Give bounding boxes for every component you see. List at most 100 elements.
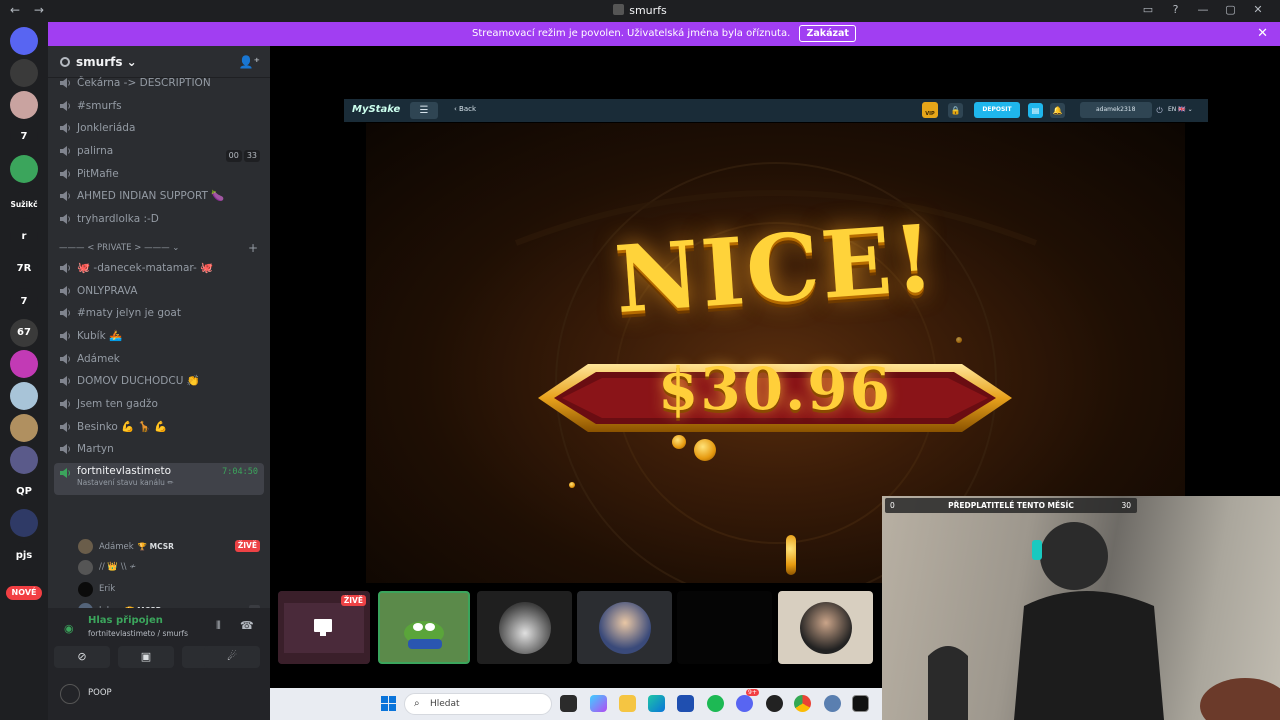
disable-streaming-button[interactable]: Zakázat — [799, 25, 856, 42]
speaker-icon — [60, 444, 70, 455]
bell-icon[interactable]: 🔔 — [1050, 103, 1065, 118]
voice-channel[interactable]: DOMOV DUCHODCU 👏 — [48, 370, 270, 393]
voice-channel[interactable]: Jsem ten gadžo — [48, 393, 270, 416]
user-avatar[interactable] — [60, 684, 80, 704]
close-window-button[interactable]: ✕ — [1246, 3, 1270, 16]
streaming-mode-banner: Streamovací režim je povolen. Uživatelsk… — [48, 22, 1280, 46]
file-explorer-icon[interactable] — [619, 695, 636, 712]
voice-channel[interactable]: 🐙 -danecek-matamar- 🐙 — [48, 257, 270, 280]
invite-user-icon[interactable]: 👤⁺ — [239, 55, 260, 69]
edge-icon[interactable] — [648, 695, 665, 712]
voice-channel[interactable]: PitMafie — [48, 163, 270, 186]
casino-header: MyStake ☰ ‹ Back VIP 🔒 DEPOSIT ▤ 🔔 adame… — [344, 99, 1208, 122]
voice-channel[interactable]: ONLYPRAVA — [48, 280, 270, 303]
server-icon[interactable] — [10, 91, 38, 119]
disconnect-icon[interactable]: ☎ — [240, 619, 254, 632]
channel-name: Adámek — [77, 352, 120, 365]
private-category[interactable]: ——— < PRIVATE > ——— ⌄ + — [48, 231, 270, 257]
app-icon-2[interactable] — [824, 695, 841, 712]
voice-status-title[interactable]: Hlas připojen — [88, 615, 163, 626]
voice-member[interactable]: Erik — [48, 579, 270, 600]
new-servers-badge[interactable]: NOVÉ — [6, 586, 42, 600]
server-icon[interactable]: 7R — [10, 255, 38, 283]
server-icon[interactable] — [10, 382, 38, 410]
server-icon[interactable]: 7 — [10, 123, 38, 151]
server-icon[interactable] — [10, 414, 38, 442]
hamburger-menu-icon[interactable]: ☰ — [410, 102, 438, 119]
maximize-button[interactable]: ▢ — [1219, 3, 1243, 16]
spotify-icon[interactable] — [707, 695, 724, 712]
server-icon[interactable]: QP — [10, 478, 38, 506]
task-view-icon[interactable] — [560, 695, 577, 712]
lock-icon[interactable]: 🔒 — [948, 103, 963, 118]
speaker-icon — [60, 398, 70, 409]
speaker-icon — [60, 78, 70, 88]
dark-tile[interactable] — [477, 591, 572, 664]
voice-channel[interactable]: Besinko 💪 🦒 💪 — [48, 416, 270, 439]
power-icon[interactable]: ⏻ — [1152, 103, 1167, 118]
deposit-button[interactable]: DEPOSIT — [974, 102, 1020, 118]
voice-channel[interactable]: Kubík 🚣 — [48, 325, 270, 348]
speaker-icon — [60, 468, 70, 478]
server-icon[interactable]: r — [10, 223, 38, 251]
app-icon[interactable] — [766, 695, 783, 712]
server-icon[interactable] — [10, 155, 38, 183]
server-icon[interactable] — [10, 350, 38, 378]
server-icon[interactable] — [10, 27, 38, 55]
channel-status[interactable]: Nastavení stavu kanálu ✏ — [77, 478, 264, 487]
channel-name: Jsem ten gadžo — [77, 397, 158, 410]
vip-crown-icon[interactable]: VIP — [922, 102, 938, 118]
server-icon[interactable] — [10, 59, 38, 87]
voice-channel[interactable]: Adámek — [48, 348, 270, 371]
inbox-icon[interactable]: ▭ — [1136, 3, 1160, 16]
server-icon[interactable]: Sužikč — [10, 191, 38, 219]
server-icon[interactable]: 7 — [10, 288, 38, 316]
obs-icon[interactable] — [852, 695, 869, 712]
active-voice-channel[interactable]: fortnitevlastimeto Nastavení stavu kanálu… — [54, 463, 264, 495]
server-icon[interactable] — [10, 446, 38, 474]
blank-tile[interactable] — [677, 591, 772, 664]
voice-channel[interactable]: tryhardlolka :-D — [48, 208, 270, 231]
channel-name: palirna — [77, 145, 114, 158]
signal-icon[interactable]: ◉ — [64, 622, 74, 635]
store-icon[interactable] — [677, 695, 694, 712]
help-icon[interactable]: ? — [1164, 3, 1188, 16]
back-link[interactable]: ‹ Back — [454, 105, 476, 113]
girl-tile[interactable] — [577, 591, 672, 664]
pepe-tile[interactable] — [378, 591, 470, 664]
voice-member[interactable]: Adámek 🏆 MCSR ŽIVĚ — [48, 536, 270, 557]
member-tag: 🏆 MCSR — [137, 542, 174, 551]
copilot-icon[interactable] — [590, 695, 607, 712]
voice-channel[interactable]: Čekárna -> DESCRIPTION — [48, 72, 270, 95]
screen-share-button[interactable]: ▣ — [118, 646, 174, 668]
coin-icon — [786, 535, 796, 575]
close-icon[interactable]: ✕ — [1257, 22, 1268, 46]
soundboard-button[interactable]: ☄ — [204, 646, 260, 668]
windows-start-icon[interactable] — [381, 696, 396, 711]
casino-logo[interactable]: MyStake — [352, 104, 400, 115]
server-icon[interactable] — [10, 509, 38, 537]
chrome-icon[interactable] — [794, 695, 811, 712]
boy-tile[interactable] — [778, 591, 873, 664]
subscriber-goal-bar: 0 PŘEDPLATITELÉ TENTO MĚSÍC 30 — [885, 498, 1137, 513]
voice-channel[interactable]: palirna 00 33 — [48, 140, 270, 163]
voice-channel[interactable]: #smurfs — [48, 95, 270, 118]
speaker-icon — [60, 421, 70, 432]
voice-channel[interactable]: #maty jelyn je goat — [48, 302, 270, 325]
voice-member[interactable]: // 👑 \\ ≁ — [48, 557, 270, 578]
taskbar-search[interactable]: ⌕ Hledat — [404, 693, 552, 715]
voice-channel[interactable]: Jonkleriáda — [48, 117, 270, 140]
discord-icon[interactable]: 9+ — [736, 689, 759, 712]
minimize-button[interactable]: — — [1191, 3, 1215, 16]
gift-icon[interactable]: ▤ — [1028, 103, 1043, 118]
camera-off-button[interactable]: ⊘ — [54, 646, 110, 668]
server-icon[interactable]: pjs — [10, 542, 38, 570]
server-icon[interactable]: 67 — [10, 319, 38, 347]
voice-channel[interactable]: Martyn — [48, 438, 270, 461]
stream-tile[interactable]: ŽIVĚ — [278, 591, 370, 664]
voice-status-subtitle[interactable]: fortnitevlastimeto / smurfs — [88, 629, 188, 638]
noise-suppression-icon[interactable]: ⦀ — [216, 619, 221, 633]
language-selector[interactable]: EN 🇬🇧 ⌄ — [1168, 106, 1193, 113]
casino-user-button[interactable]: adamek2318 — [1080, 102, 1152, 118]
voice-channel[interactable]: AHMED INDIAN SUPPORT 🍆 — [48, 185, 270, 208]
